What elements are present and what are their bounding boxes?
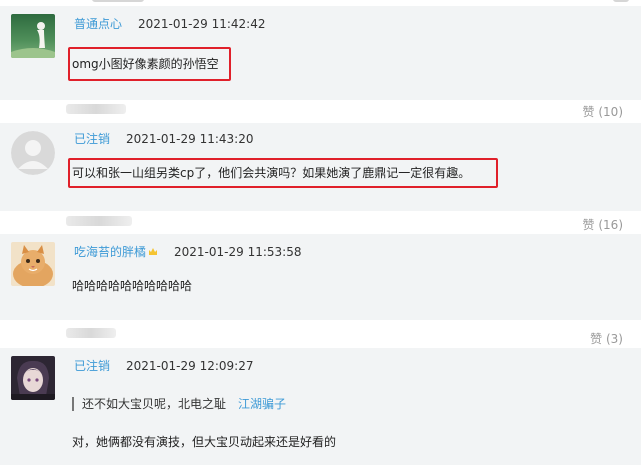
username[interactable]: 已注销	[74, 132, 110, 146]
comment-text: 可以和张一山组另类cp了，他们会共演吗？如果她演了鹿鼎记一定很有趣。	[72, 166, 471, 180]
comment-item: 吃海苔的胖橘 2021-01-29 11:53:58 哈哈哈哈哈哈哈哈哈哈	[0, 234, 641, 320]
comment-page: 普通点心 2021-01-29 11:42:42 omg小图好像素颜的孙悟空 赞 …	[0, 0, 641, 465]
avatar[interactable]	[11, 14, 55, 58]
timestamp: 2021-01-29 12:09:27	[126, 359, 254, 373]
quote-bar	[72, 397, 74, 411]
avatar[interactable]	[11, 131, 55, 175]
quote-author-link[interactable]: 江湖骗子	[238, 397, 286, 411]
like-button[interactable]: 赞 (3)	[590, 331, 623, 347]
crown-badge-icon	[149, 248, 158, 255]
like-button[interactable]: 赞 (10)	[583, 104, 623, 120]
like-button[interactable]: 赞 (16)	[583, 217, 623, 233]
comment-meta: 已注销 2021-01-29 11:43:20	[74, 131, 253, 147]
timestamp: 2021-01-29 11:53:58	[174, 245, 302, 259]
comment-item: 已注销 2021-01-29 11:43:20 可以和张一山组另类cp了，他们会共…	[0, 123, 641, 211]
quoted-reply: 还不如大宝贝呢，北电之耻 江湖骗子	[72, 396, 286, 412]
blurred-fragment	[613, 0, 629, 2]
avatar[interactable]	[11, 242, 55, 286]
quote-text: 还不如大宝贝呢，北电之耻	[82, 397, 227, 411]
comment-meta: 已注销 2021-01-29 12:09:27	[74, 358, 253, 374]
comment-text: omg小图好像素颜的孙悟空	[72, 57, 219, 71]
username[interactable]: 已注销	[74, 359, 110, 373]
blurred-fragment	[66, 104, 126, 114]
comment-item: 已注销 2021-01-29 12:09:27 还不如大宝贝呢，北电之耻 江湖骗子 …	[0, 348, 641, 465]
blurred-fragment	[66, 328, 116, 338]
default-avatar-icon	[11, 131, 55, 175]
comment-meta: 吃海苔的胖橘 2021-01-29 11:53:58	[74, 244, 301, 260]
comment-text: 哈哈哈哈哈哈哈哈哈哈	[72, 279, 193, 293]
blurred-fragment	[92, 0, 144, 2]
comment-item: 普通点心 2021-01-29 11:42:42 omg小图好像素颜的孙悟空	[0, 6, 641, 100]
timestamp: 2021-01-29 11:42:42	[138, 17, 266, 31]
username[interactable]: 普通点心	[74, 17, 122, 31]
blurred-fragment	[66, 216, 132, 226]
avatar[interactable]	[11, 356, 55, 400]
username[interactable]: 吃海苔的胖橘	[74, 245, 146, 259]
comment-meta: 普通点心 2021-01-29 11:42:42	[74, 16, 265, 32]
comment-text: 对，她俩都没有演技，但大宝贝动起来还是好看的	[72, 435, 337, 449]
timestamp: 2021-01-29 11:43:20	[126, 132, 254, 146]
